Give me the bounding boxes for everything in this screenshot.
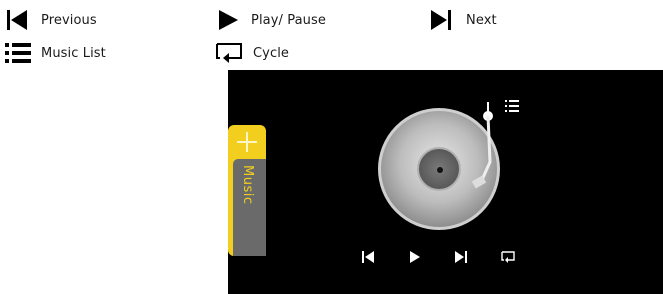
legend-play-pause-label: Play/ Pause — [251, 12, 326, 28]
record-label — [417, 147, 461, 191]
plus-icon[interactable] — [237, 132, 257, 156]
previous-button[interactable] — [361, 250, 375, 264]
music-tab[interactable]: Music — [228, 125, 266, 256]
legend-next-label: Next — [466, 12, 497, 28]
legend-music-list-label: Music List — [41, 45, 106, 61]
cycle-button[interactable] — [501, 250, 515, 264]
music-list-icon[interactable] — [505, 97, 519, 116]
tonearm-icon — [471, 102, 501, 202]
play-pause-button[interactable] — [408, 250, 422, 264]
cycle-icon — [215, 41, 243, 65]
list-icon — [5, 42, 31, 64]
legend-previous: Previous — [6, 8, 97, 32]
legend-cycle-label: Cycle — [253, 45, 290, 61]
music-tab-label: Music — [240, 165, 255, 205]
music-player: Music — [228, 70, 663, 294]
legend-play-pause: Play/ Pause — [217, 8, 326, 32]
previous-icon — [6, 8, 28, 32]
legend-next: Next — [430, 8, 497, 32]
legend-previous-label: Previous — [41, 12, 97, 28]
legend-music-list: Music List — [5, 42, 106, 64]
next-icon — [430, 8, 452, 32]
record-spindle — [437, 167, 443, 173]
next-button[interactable] — [454, 250, 468, 264]
play-icon — [217, 8, 239, 32]
legend-cycle: Cycle — [215, 41, 289, 65]
